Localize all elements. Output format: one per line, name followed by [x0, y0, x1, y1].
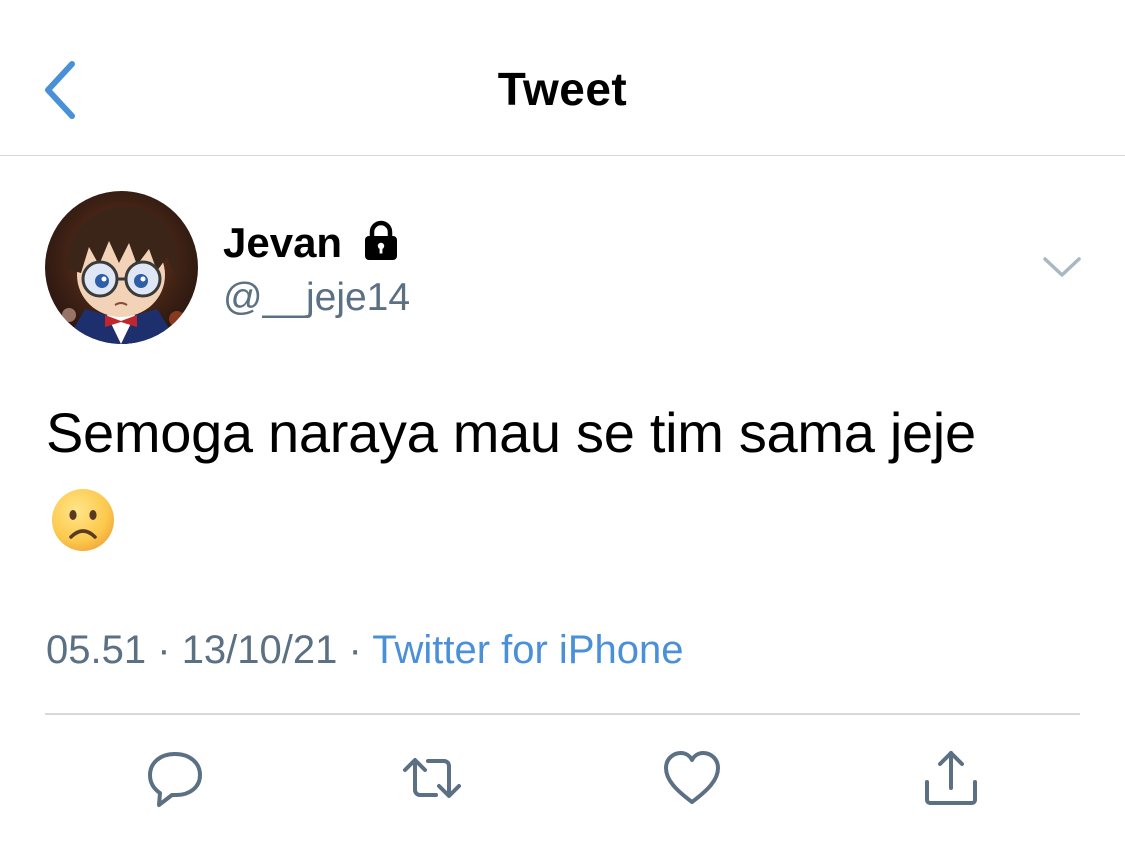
chevron-down-icon: [1043, 257, 1081, 277]
tweet-text: Semoga naraya mau se tim sama jeje: [46, 401, 976, 464]
heart-icon: [664, 751, 720, 804]
share-button[interactable]: [921, 748, 981, 808]
tweet-time: 05.51: [46, 628, 147, 672]
retweet-button[interactable]: [402, 748, 462, 808]
like-button[interactable]: [662, 748, 722, 808]
share-icon: [925, 751, 977, 805]
more-options-button[interactable]: [1040, 250, 1084, 284]
meta-separator: ·: [348, 628, 362, 672]
retweet-icon: [403, 758, 461, 798]
lock-icon: [365, 220, 397, 260]
reply-button[interactable]: [145, 748, 205, 808]
top-bar: Tweet: [0, 0, 1125, 156]
display-name[interactable]: Jevan: [223, 219, 342, 267]
divider: [45, 713, 1080, 715]
avatar[interactable]: [45, 191, 198, 344]
reply-icon: [148, 752, 202, 807]
tweet-meta: 05.51 · 13/10/21 · Twitter for iPhone: [46, 628, 683, 673]
meta-separator: ·: [157, 628, 171, 672]
frowning-face-icon: [52, 489, 114, 551]
avatar-image: [45, 191, 198, 344]
tweet-date: 13/10/21: [181, 628, 338, 672]
tweet-source-link[interactable]: Twitter for iPhone: [372, 628, 683, 672]
user-handle[interactable]: @__jeje14: [223, 276, 410, 320]
page-title: Tweet: [497, 63, 628, 115]
